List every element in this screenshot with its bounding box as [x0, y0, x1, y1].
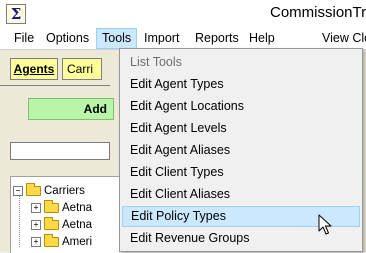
- menu-reports[interactable]: Reports: [195, 28, 239, 48]
- expand-icon[interactable]: +: [31, 202, 41, 213]
- menu-file[interactable]: File: [14, 28, 34, 48]
- menu-tools[interactable]: Tools: [96, 28, 138, 49]
- search-input[interactable]: [10, 142, 110, 160]
- carriers-tree: − Carriers + Aetna + Aetna + Ameri: [10, 176, 121, 253]
- tree-node-label: Carriers: [44, 185, 85, 197]
- folder-icon: [44, 199, 59, 213]
- menu-item-edit-client-aliases[interactable]: Edit Client Aliases: [122, 184, 360, 205]
- tree-node-label: Aetna: [62, 219, 93, 231]
- menu-item-edit-client-types[interactable]: Edit Client Types: [122, 162, 360, 183]
- menu-options[interactable]: Options: [46, 28, 89, 48]
- title-bar: Σ CommissionTra: [0, 0, 366, 29]
- folder-icon: [26, 182, 41, 196]
- menu-view-close[interactable]: View Clo: [322, 28, 366, 48]
- carriers-tab[interactable]: Carri: [62, 58, 102, 80]
- menu-item-edit-agent-types[interactable]: Edit Agent Types: [122, 74, 360, 95]
- tree-node-carriers[interactable]: − Carriers: [13, 182, 85, 199]
- tree-node-carrier[interactable]: + Ameri: [31, 233, 93, 250]
- mouse-pointer-icon: [318, 214, 332, 235]
- menu-item-edit-agent-aliases[interactable]: Edit Agent Aliases: [122, 140, 360, 161]
- menu-help[interactable]: Help: [249, 28, 275, 48]
- menu-item-list-tools: List Tools: [130, 55, 182, 69]
- menu-item-edit-agent-levels[interactable]: Edit Agent Levels: [122, 118, 360, 139]
- tab-divider: [0, 85, 110, 86]
- tree-node-carrier[interactable]: + Aetna: [31, 216, 93, 233]
- agents-tab[interactable]: Agents: [10, 58, 58, 80]
- add-button[interactable]: Add: [28, 98, 114, 120]
- menu-item-edit-agent-locations[interactable]: Edit Agent Locations: [122, 96, 360, 117]
- menu-bar: File Options Tools Import Reports Help V…: [0, 28, 366, 50]
- tree-node-carrier[interactable]: + Aetna: [31, 199, 93, 216]
- expand-icon[interactable]: +: [31, 236, 41, 247]
- collapse-icon[interactable]: −: [13, 185, 23, 196]
- folder-icon: [44, 233, 59, 247]
- window-title: CommissionTra: [270, 4, 366, 21]
- folder-icon: [44, 216, 59, 230]
- menu-import[interactable]: Import: [144, 28, 179, 48]
- tree-node-label: Aetna: [62, 202, 93, 214]
- expand-icon[interactable]: +: [31, 219, 41, 230]
- app-icon[interactable]: Σ: [6, 4, 26, 24]
- tree-node-label: Ameri: [62, 236, 93, 248]
